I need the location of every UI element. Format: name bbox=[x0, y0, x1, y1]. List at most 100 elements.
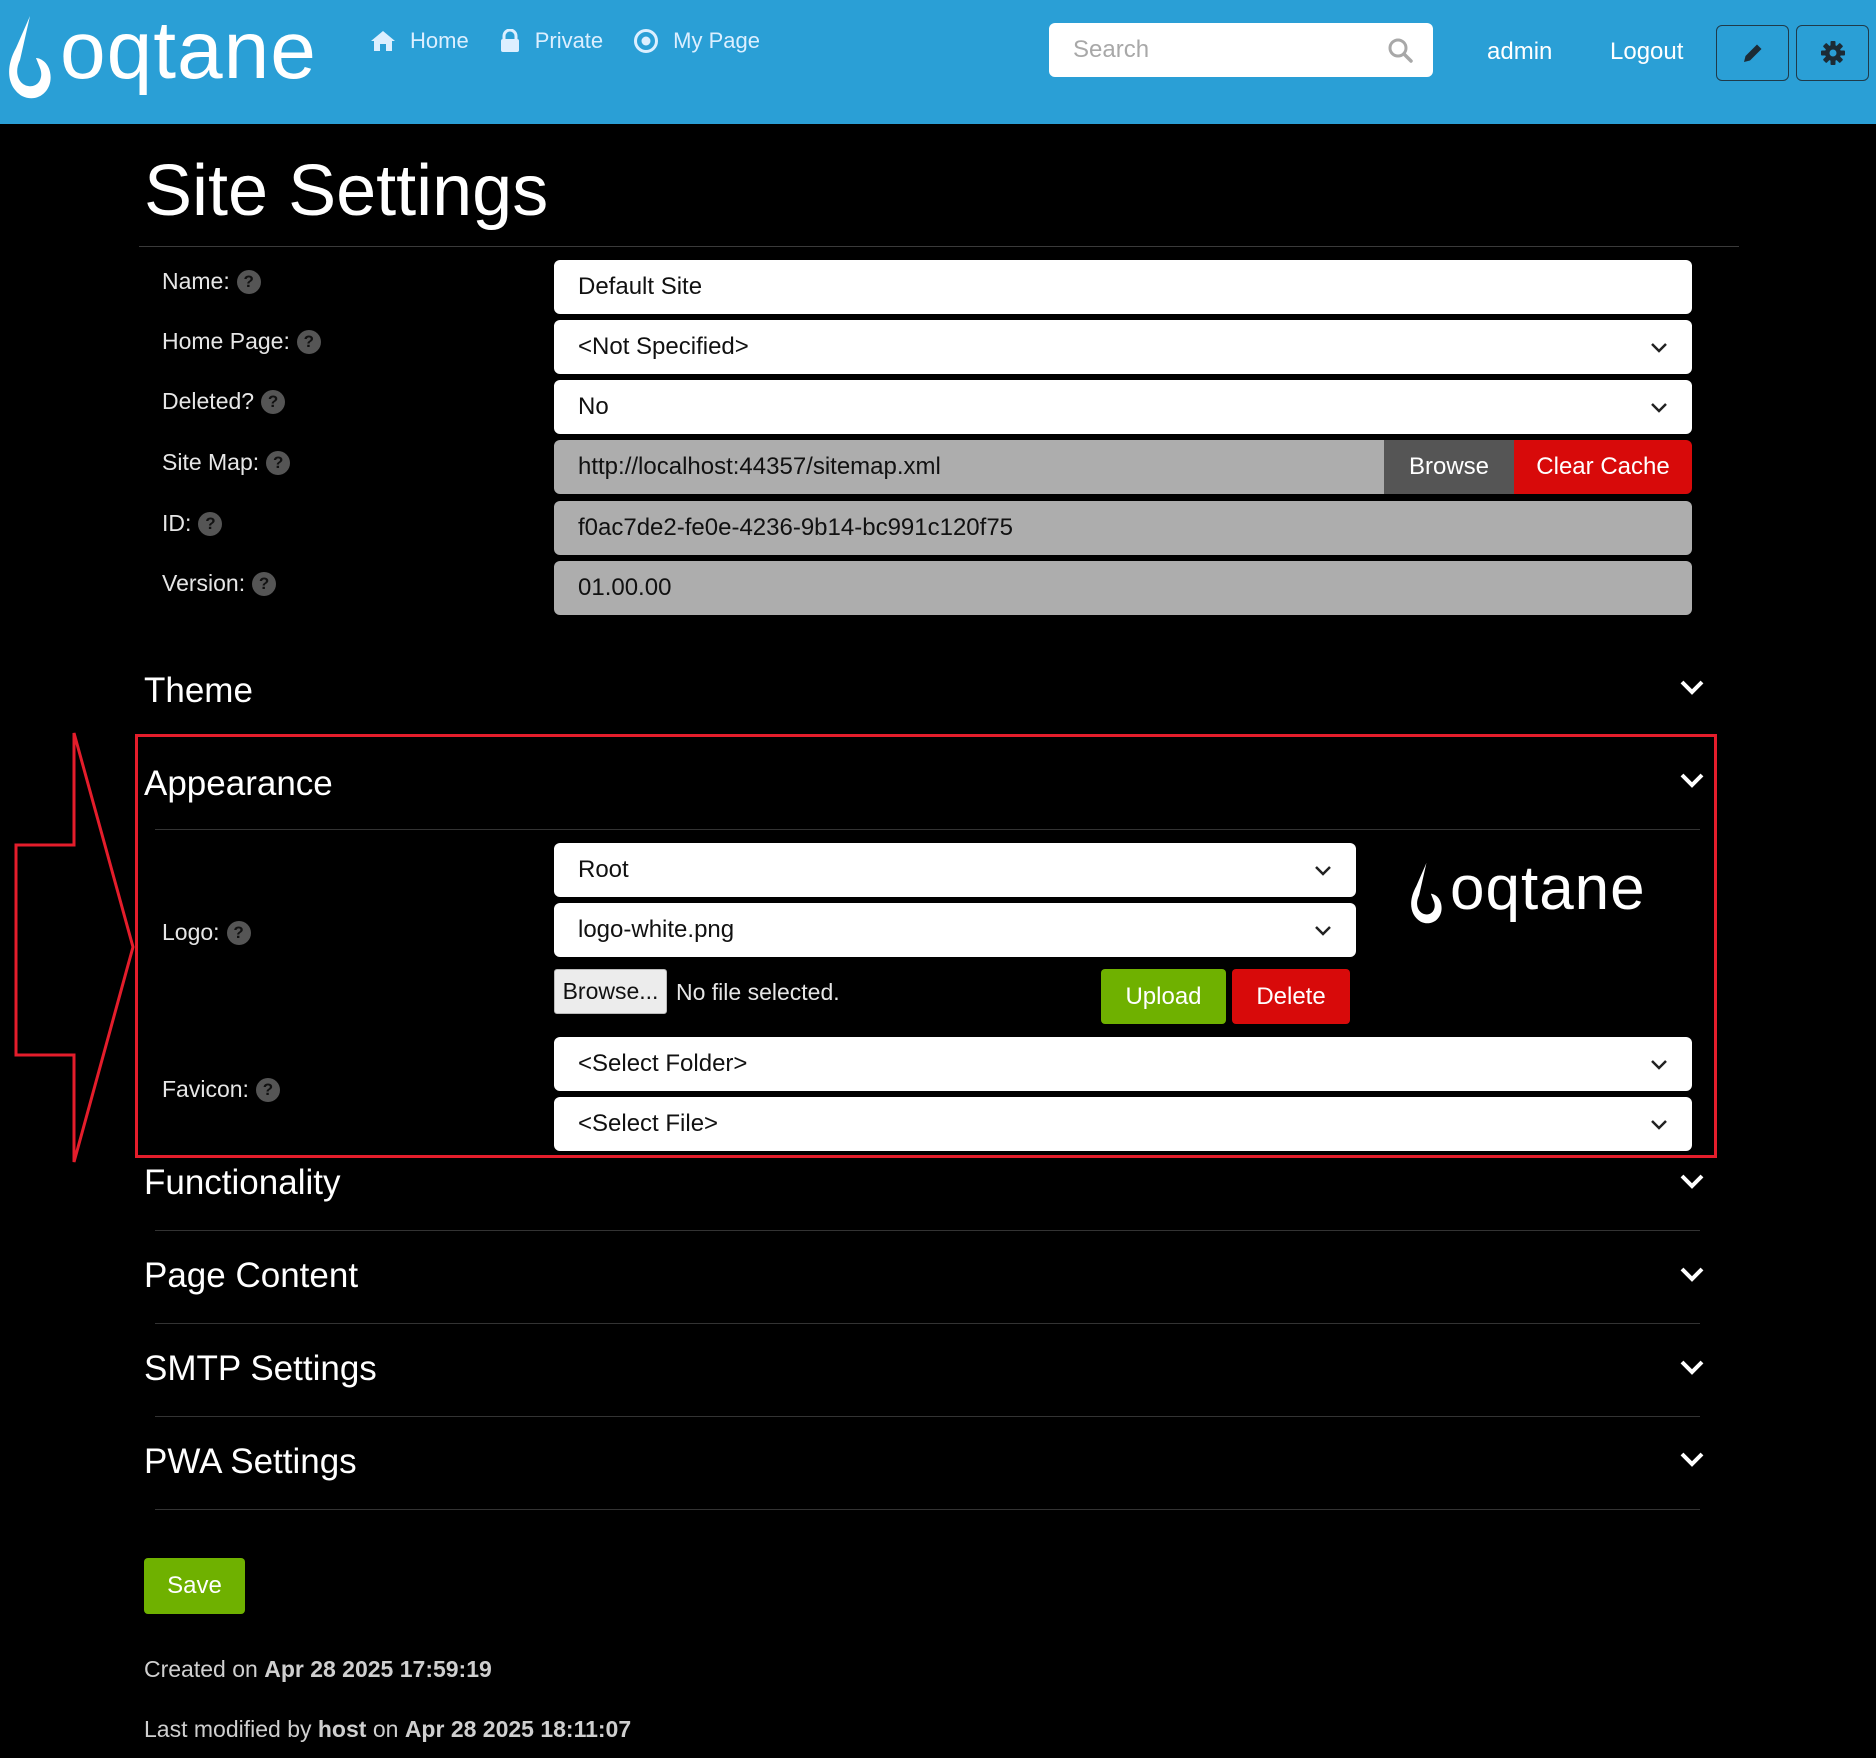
version-label-text: Version: bbox=[162, 570, 246, 596]
created-prefix: Created on bbox=[144, 1656, 265, 1682]
title-divider bbox=[139, 246, 1739, 247]
section-theme[interactable]: Theme bbox=[144, 671, 253, 711]
delete-button[interactable]: Delete bbox=[1232, 969, 1350, 1024]
modified-date: Apr 28 2025 18:11:07 bbox=[404, 1716, 632, 1742]
modified-info: Last modified by host on Apr 28 2025 18:… bbox=[144, 1716, 631, 1743]
file-status: No file selected. bbox=[676, 979, 840, 1005]
favicon-label: Favicon: ? bbox=[162, 1076, 280, 1103]
logo-preview-text: oqtane bbox=[1450, 854, 1646, 923]
brand-text: oqtane bbox=[60, 5, 317, 96]
deleted-label: Deleted? ? bbox=[162, 388, 286, 415]
help-icon[interactable]: ? bbox=[261, 389, 286, 414]
deleted-select[interactable]: No bbox=[554, 380, 1692, 434]
modified-prefix: Last modified by bbox=[144, 1716, 318, 1742]
logo-folder-value: Root bbox=[578, 856, 629, 883]
section-smtp[interactable]: SMTP Settings bbox=[144, 1349, 377, 1389]
nav-private[interactable]: Private bbox=[499, 28, 603, 54]
favicon-label-text: Favicon: bbox=[162, 1076, 249, 1102]
edit-mode-button[interactable] bbox=[1716, 25, 1789, 81]
pencil-icon bbox=[1743, 44, 1761, 62]
name-label-text: Name: bbox=[162, 268, 230, 294]
lock-icon bbox=[500, 29, 519, 52]
name-input[interactable]: Default Site bbox=[554, 260, 1692, 314]
id-input[interactable]: f0ac7de2-fe0e-4236-9b14-bc991c120f75 bbox=[554, 501, 1692, 555]
created-date: Apr 28 2025 17:59:19 bbox=[264, 1656, 492, 1682]
help-icon[interactable]: ? bbox=[255, 1077, 280, 1102]
chevron-down-icon[interactable] bbox=[1679, 677, 1705, 697]
logo-file-value: logo-white.png bbox=[578, 916, 735, 943]
help-icon[interactable]: ? bbox=[252, 571, 277, 596]
sitemap-label: Site Map: ? bbox=[162, 449, 291, 476]
modified-mid: on bbox=[366, 1716, 405, 1742]
help-icon[interactable]: ? bbox=[236, 269, 261, 294]
deleted-select-value: No bbox=[578, 393, 609, 420]
save-button[interactable]: Save bbox=[144, 1558, 245, 1614]
brand-logo[interactable]: oqtane bbox=[0, 5, 317, 102]
logo-label-text: Logo: bbox=[162, 919, 220, 945]
sitemap-browse-button[interactable]: Browse bbox=[1384, 440, 1514, 494]
nav-home[interactable]: Home bbox=[370, 28, 469, 54]
upload-button[interactable]: Upload bbox=[1101, 969, 1226, 1024]
search-input[interactable] bbox=[1049, 23, 1369, 77]
version-input[interactable]: 01.00.00 bbox=[554, 561, 1692, 615]
nav-links: Home Private My Page bbox=[370, 28, 790, 54]
chevron-down-icon bbox=[1651, 343, 1667, 353]
nav-home-label: Home bbox=[410, 28, 469, 53]
favicon-file-select[interactable]: <Select File> bbox=[554, 1097, 1692, 1151]
nav-my-page[interactable]: My Page bbox=[633, 28, 760, 54]
favicon-folder-value: <Select Folder> bbox=[578, 1050, 748, 1077]
favicon-file-value: <Select File> bbox=[578, 1110, 719, 1137]
section-appearance[interactable]: Appearance bbox=[144, 764, 333, 804]
section-page-content[interactable]: Page Content bbox=[144, 1256, 358, 1296]
logo-file-select[interactable]: logo-white.png bbox=[554, 903, 1356, 957]
drop-icon bbox=[1411, 862, 1442, 924]
chevron-down-icon[interactable] bbox=[1679, 770, 1705, 790]
arrow-annotation bbox=[14, 732, 135, 1163]
chevron-down-icon bbox=[1651, 1060, 1667, 1070]
logo-folder-select[interactable]: Root bbox=[554, 843, 1356, 897]
nav-private-label: Private bbox=[534, 28, 604, 53]
section-pwa[interactable]: PWA Settings bbox=[144, 1442, 357, 1482]
section-functionality[interactable]: Functionality bbox=[144, 1163, 340, 1203]
version-label: Version: ? bbox=[162, 570, 277, 597]
clear-cache-button[interactable]: Clear Cache bbox=[1514, 440, 1692, 494]
favicon-folder-select[interactable]: <Select Folder> bbox=[554, 1037, 1692, 1091]
sitemap-input[interactable]: http://localhost:44357/sitemap.xml bbox=[554, 440, 1384, 494]
target-icon bbox=[634, 29, 659, 53]
modified-user: host bbox=[317, 1716, 367, 1742]
id-label-text: ID: bbox=[162, 510, 192, 536]
help-icon[interactable]: ? bbox=[226, 920, 251, 945]
drop-icon bbox=[9, 16, 51, 99]
help-icon[interactable]: ? bbox=[198, 511, 223, 536]
help-icon[interactable]: ? bbox=[266, 450, 291, 475]
sitemap-label-text: Site Map: bbox=[162, 449, 260, 475]
nav-my-page-label: My Page bbox=[673, 28, 760, 53]
homepage-label-text: Home Page: bbox=[162, 328, 290, 354]
homepage-select[interactable]: <Not Specified> bbox=[554, 320, 1692, 374]
gear-icon bbox=[1820, 41, 1845, 65]
chevron-down-icon[interactable] bbox=[1679, 1264, 1705, 1284]
logout-link[interactable]: Logout bbox=[1610, 38, 1683, 66]
chevron-down-icon[interactable] bbox=[1679, 1357, 1705, 1377]
deleted-label-text: Deleted? bbox=[162, 388, 255, 414]
file-browse-button[interactable]: Browse... bbox=[554, 969, 667, 1014]
chevron-down-icon bbox=[1651, 1120, 1667, 1130]
chevron-down-icon[interactable] bbox=[1679, 1171, 1705, 1191]
search-icon[interactable] bbox=[1387, 37, 1413, 63]
chevron-down-icon bbox=[1651, 403, 1667, 413]
settings-button[interactable] bbox=[1796, 25, 1869, 81]
homepage-label: Home Page: ? bbox=[162, 328, 321, 355]
section-divider bbox=[155, 1416, 1700, 1417]
chevron-down-icon[interactable] bbox=[1679, 1449, 1705, 1469]
section-divider bbox=[155, 829, 1700, 830]
navbar: oqtane Home Private My Page Search admin… bbox=[0, 0, 1876, 124]
page-title: Site Settings bbox=[144, 151, 549, 231]
section-divider bbox=[155, 1230, 1700, 1231]
logo-label: Logo: ? bbox=[162, 919, 251, 946]
user-link[interactable]: admin bbox=[1487, 38, 1552, 66]
logo-preview: oqtane bbox=[1404, 854, 1646, 926]
help-icon[interactable]: ? bbox=[296, 329, 321, 354]
created-info: Created on Apr 28 2025 17:59:19 bbox=[144, 1656, 492, 1683]
section-divider bbox=[155, 1323, 1700, 1324]
name-label: Name: ? bbox=[162, 268, 261, 295]
